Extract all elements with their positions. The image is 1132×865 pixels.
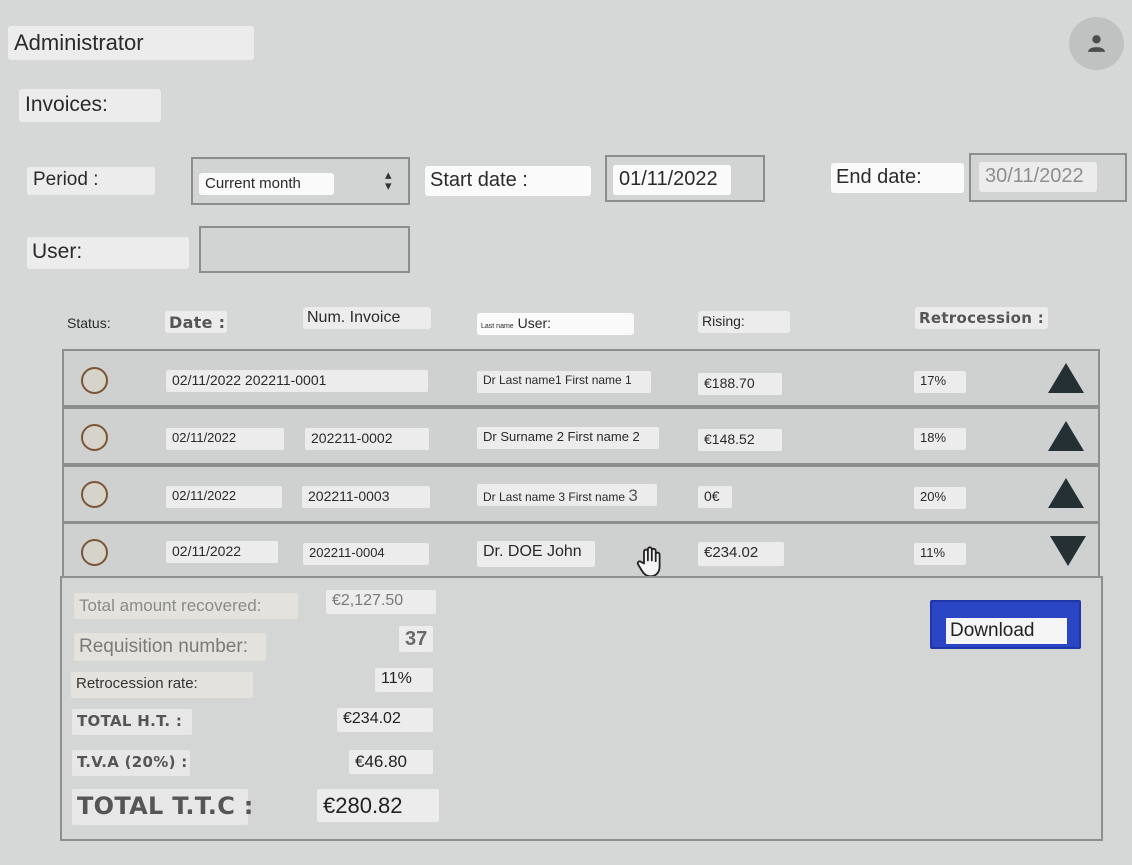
requisition-label: Requisition number: <box>74 633 266 661</box>
column-header-rising: Rising: <box>698 311 790 333</box>
expand-up-icon[interactable] <box>1048 363 1084 393</box>
column-header-date: Date : <box>165 311 227 333</box>
column-header-user-label: User: <box>517 315 552 331</box>
row-user: Dr Last name 3 First name 3 <box>477 484 657 506</box>
start-date-value[interactable]: 01/11/2022 <box>613 165 731 195</box>
column-header-user: Last name User: <box>477 313 634 335</box>
status-indicator <box>81 539 108 566</box>
retrocession-rate-label: Retrocession rate: <box>71 672 253 698</box>
user-icon <box>1088 35 1105 52</box>
collapse-down-icon[interactable] <box>1050 536 1086 566</box>
row-invoice-number: 202211-0004 <box>303 543 429 565</box>
page-title: Invoices: <box>19 89 161 122</box>
download-button-label[interactable]: Download <box>946 618 1067 644</box>
retrocession-rate-value: 11% <box>375 668 433 692</box>
download-button[interactable]: Download <box>930 600 1081 649</box>
row-user: Dr. DOE John <box>477 541 595 567</box>
total-ttc-value: €280.82 <box>317 789 439 822</box>
user-filter-label: User: <box>27 237 189 269</box>
row-date-num-cell: 02/11/2022 202211-0001 <box>166 370 428 392</box>
expand-up-icon[interactable] <box>1048 421 1084 451</box>
row-user-suffix: 3 <box>628 486 638 505</box>
user-filter-input[interactable] <box>199 226 410 273</box>
row-retrocession: 11% <box>914 543 966 565</box>
row-rising: €234.02 <box>698 542 784 566</box>
row-date: 02/11/2022 <box>166 486 282 508</box>
row-retrocession: 20% <box>914 487 966 509</box>
row-retrocession: 17% <box>914 371 966 393</box>
column-header-retrocession: Retrocession : <box>915 307 1048 329</box>
row-invoice-number: 202211-0002 <box>305 428 429 450</box>
tva-value: €46.80 <box>349 750 433 774</box>
column-header-invoice-number: Num. Invoice <box>303 307 431 329</box>
period-select-value[interactable]: Current month <box>199 173 334 195</box>
row-date: 02/11/2022 <box>166 428 284 450</box>
end-date-label: End date: <box>831 163 964 193</box>
tva-label: T.V.A (20%) : <box>72 750 190 776</box>
select-arrows-icon: ▴ ▾ <box>385 167 392 193</box>
total-ht-label: TOTAL H.T. : <box>72 709 192 735</box>
period-label: Period : <box>27 167 155 195</box>
row-rising: 0€ <box>698 486 732 508</box>
row-user: Dr Surname 2 First name 2 <box>477 427 659 449</box>
row-retrocession: 18% <box>914 428 966 450</box>
row-invoice-number: 202211-0003 <box>302 486 430 508</box>
row-rising: €148.52 <box>698 429 782 451</box>
total-ht-value: €234.02 <box>337 708 433 732</box>
start-date-label: Start date : <box>425 166 591 196</box>
row-user-name: Dr Last name 3 First name <box>483 490 626 504</box>
requisition-value: 37 <box>399 626 433 652</box>
app-title: Administrator <box>8 26 254 60</box>
status-indicator <box>81 481 108 508</box>
column-header-status: Status: <box>67 315 111 331</box>
status-indicator <box>81 367 108 394</box>
row-date: 02/11/2022 <box>166 541 278 563</box>
column-header-user-small: Last name <box>481 323 514 330</box>
total-recovered-value: €2,127.50 <box>326 590 436 614</box>
row-rising: €188.70 <box>698 373 782 395</box>
user-avatar-button[interactable] <box>1069 17 1124 70</box>
total-recovered-label: Total amount recovered: <box>74 593 298 619</box>
row-date: 02/11/2022 <box>172 372 242 388</box>
end-date-value[interactable]: 30/11/2022 <box>979 162 1097 192</box>
status-indicator <box>81 424 108 451</box>
row-user: Dr Last name1 First name 1 <box>477 371 651 393</box>
expand-up-icon[interactable] <box>1048 478 1084 508</box>
total-ttc-label: TOTAL T.T.C : <box>72 789 253 825</box>
row-invoice-number: 202211-0001 <box>244 372 327 388</box>
